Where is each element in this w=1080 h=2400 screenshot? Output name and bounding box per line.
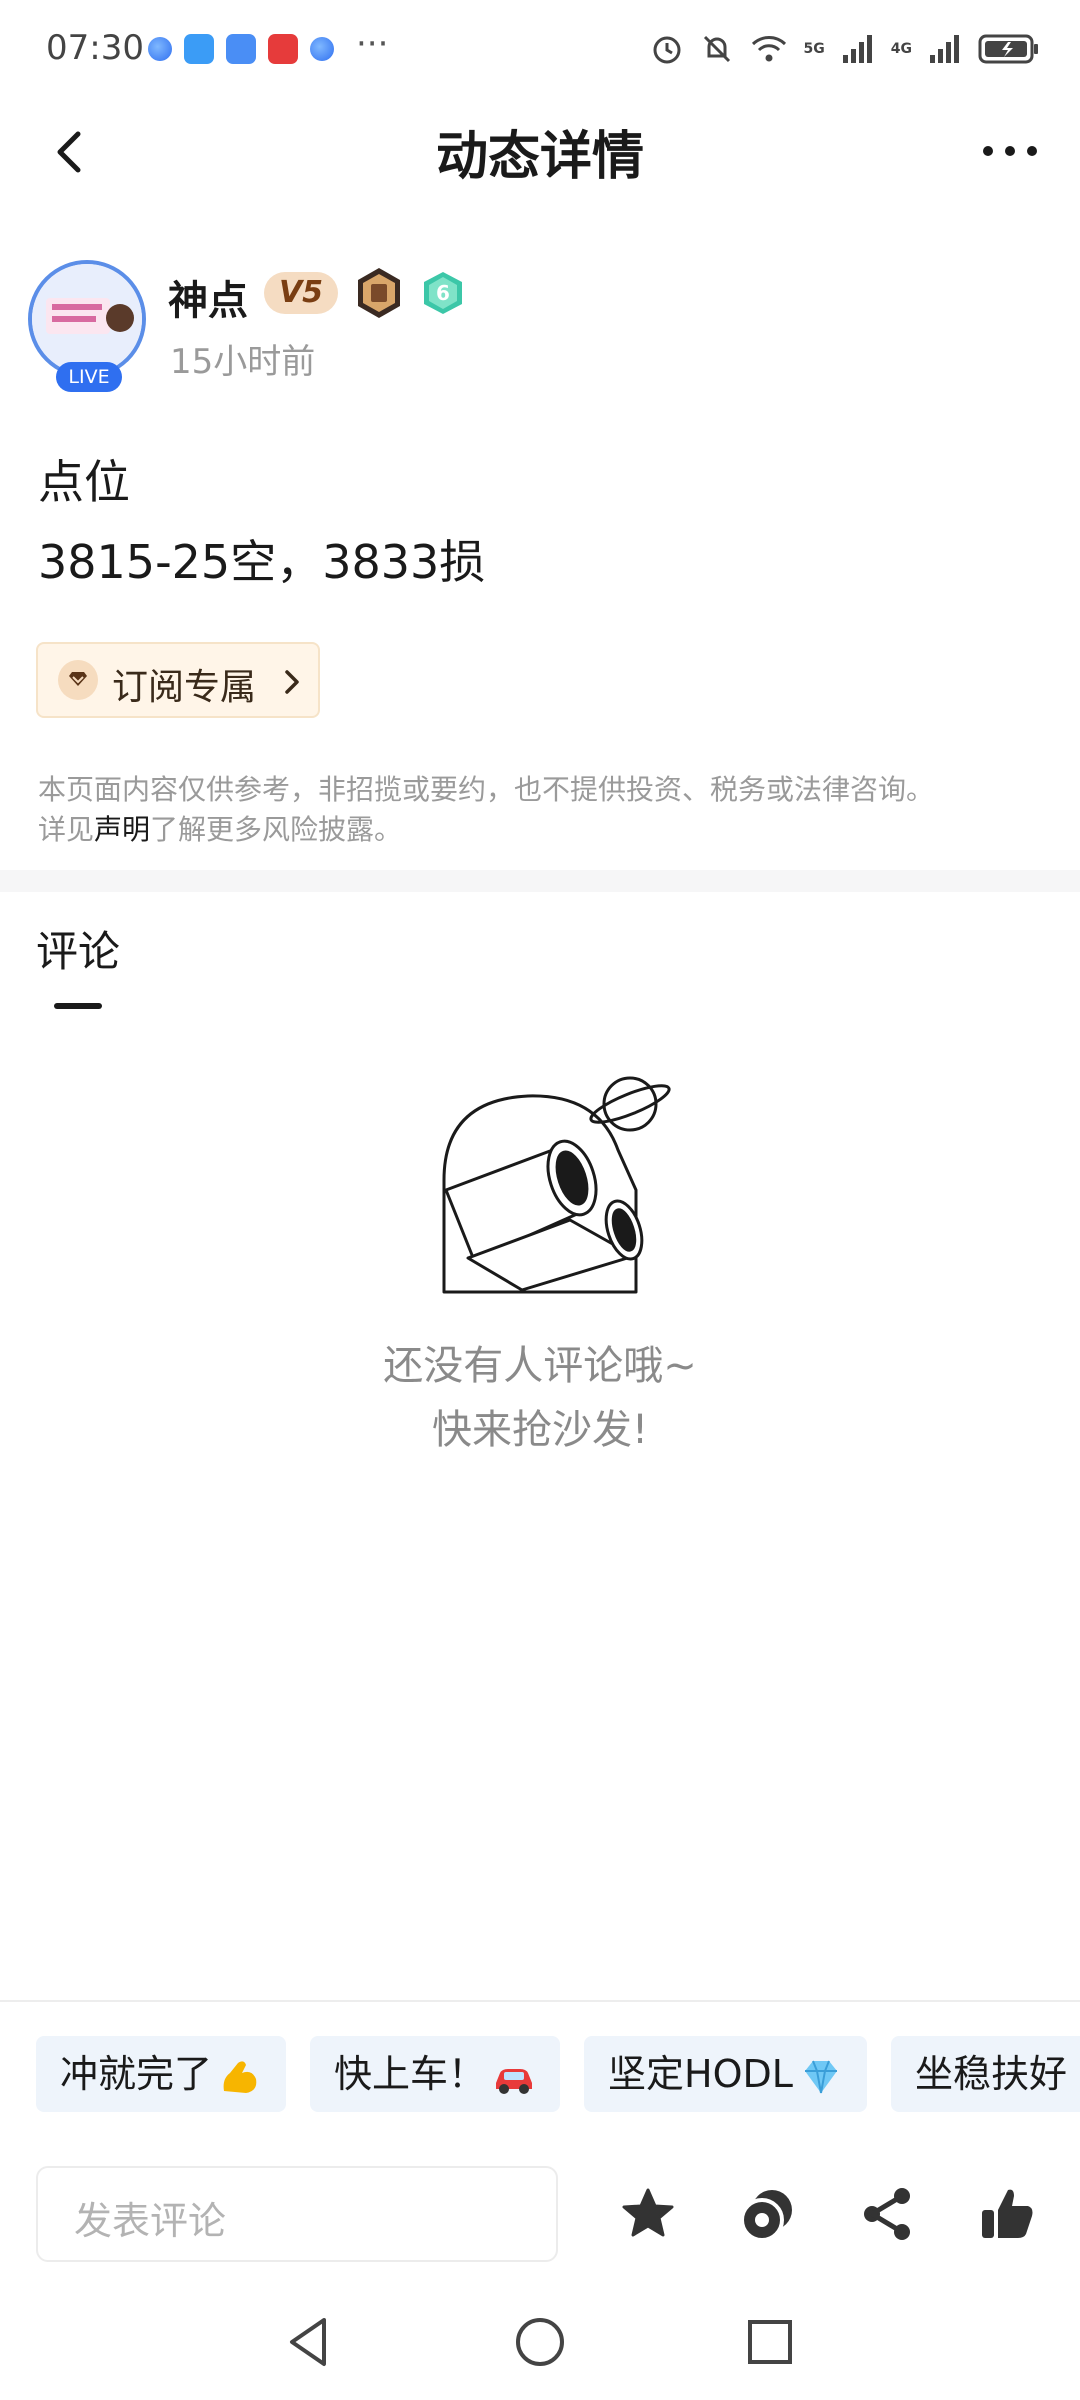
nav-back-icon[interactable] — [278, 2310, 342, 2374]
weather-app-icon — [184, 34, 214, 64]
network-5g: 5G — [803, 41, 825, 57]
disclaimer-link[interactable]: 声明 — [94, 813, 150, 846]
browser-app-icon — [148, 37, 172, 61]
status-right: 5G 4G — [650, 32, 1040, 66]
quick-reply-chip[interactable]: 快上车！ — [310, 2036, 561, 2112]
quick-reply-chip[interactable]: 坐稳扶好 — [890, 2036, 1080, 2112]
wifi-icon — [751, 36, 786, 62]
browser-app-icon — [310, 37, 334, 61]
live-badge: LIVE — [56, 362, 122, 392]
alarm-icon — [653, 36, 681, 64]
quick-reply-divider — [0, 2000, 1080, 2002]
post-time: 15小时前 — [170, 342, 316, 382]
notification-icons — [148, 34, 334, 64]
vip-badge: V5 — [264, 272, 338, 314]
post-body: 3815-25空，3833损 — [38, 535, 486, 589]
signal-icon — [930, 35, 959, 63]
nav-home-icon[interactable] — [508, 2310, 572, 2374]
disclaimer-prefix: 详见 — [38, 813, 95, 846]
star-icon[interactable] — [618, 2184, 678, 2244]
subscribe-label: 订阅专属 — [112, 667, 257, 708]
thumbs-up-icon[interactable] — [978, 2184, 1038, 2244]
quick-reply-label: 坚定HODL — [608, 2052, 793, 2096]
medal-icon — [358, 268, 400, 318]
empty-line-2: 快来抢沙发! — [431, 1407, 649, 1453]
binoculars-illustration — [442, 1076, 671, 1294]
gem-emoji — [804, 2060, 837, 2093]
quick-reply-row: 冲就完了 快上车！ 坚定HODL 坐稳扶好 — [36, 2036, 1080, 2112]
coin-icon[interactable] — [738, 2184, 798, 2244]
level-number: 6 — [436, 281, 450, 305]
tab-comments[interactable]: 评论 — [36, 918, 120, 979]
more-dots-icon[interactable] — [980, 136, 1040, 166]
store-app-icon — [226, 34, 256, 64]
status-time: 07:30 — [46, 28, 144, 68]
share-icon[interactable] — [858, 2184, 918, 2244]
more-notifications: ··· — [356, 24, 389, 64]
system-nav-bar — [0, 2290, 1080, 2400]
disclaimer-text: 本页面内容仅供参考，非招揽或要约，也不提供投资、税务或法律咨询。 — [38, 773, 935, 806]
page-title: 动态详情 — [435, 127, 644, 187]
top-header: 动态详情 — [0, 100, 1080, 204]
quick-reply-label: 快上车！ — [334, 2052, 487, 2096]
avatar[interactable] — [28, 260, 146, 378]
comment-placeholder: 发表评论 — [74, 2199, 227, 2243]
quick-reply-chip[interactable]: 冲就完了 — [36, 2036, 287, 2112]
battery-icon — [978, 34, 1038, 64]
empty-line-1: 还没有人评论哦~ — [383, 1343, 697, 1389]
comment-input[interactable]: 发表评论 — [36, 2166, 558, 2262]
quick-reply-label: 坐稳扶好 — [914, 2052, 1067, 2096]
avatar-image — [32, 264, 142, 374]
author-name[interactable]: 神点 — [168, 268, 248, 326]
empty-state-text: 还没有人评论哦~ 快来抢沙发! — [0, 1334, 1080, 1462]
post-title: 点位 — [38, 455, 130, 509]
disclaimer-suffix: 了解更多风险披露。 — [150, 813, 403, 846]
status-bar: 07:30 ··· 5G 4G — [0, 0, 1080, 100]
quick-reply-chip[interactable]: 坚定HODL — [584, 2036, 867, 2112]
diamond-badge-icon — [58, 660, 98, 700]
flexed-biceps-emoji — [223, 2060, 257, 2093]
signal-icon — [842, 35, 872, 63]
level-badge: 6 — [424, 272, 462, 314]
section-divider — [0, 870, 1080, 892]
tab-indicator — [54, 1003, 102, 1009]
nav-recents-icon[interactable] — [738, 2310, 802, 2374]
news-app-icon — [268, 34, 298, 64]
quick-reply-label: 冲就完了 — [60, 2052, 213, 2096]
mute-icon — [703, 35, 730, 63]
red-car-emoji — [496, 2068, 533, 2094]
subscribe-button[interactable]: 订阅专属 — [36, 642, 320, 718]
chevron-right-icon — [285, 670, 299, 694]
disclaimer: 本页面内容仅供参考，非招揽或要约，也不提供投资、税务或法律咨询。 详见声明了解更… — [38, 770, 1048, 850]
network-4g: 4G — [890, 41, 912, 57]
